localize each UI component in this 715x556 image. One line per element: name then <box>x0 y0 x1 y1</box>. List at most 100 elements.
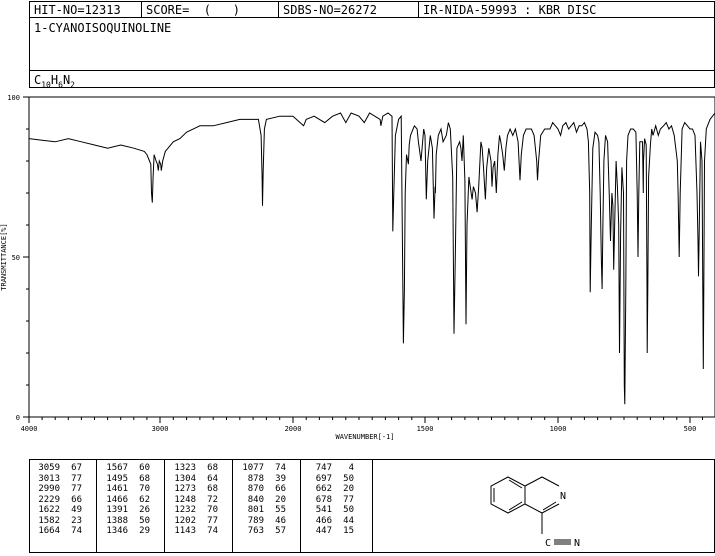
peak-wavenumber: 1622 <box>38 505 60 515</box>
peak-transmittance: 44 <box>343 515 354 526</box>
peak-wavenumber: 1466 <box>106 494 128 505</box>
peak-wavenumber: 747 <box>315 463 332 473</box>
peak-row: 1346 29 <box>102 526 150 537</box>
peak-transmittance: 77 <box>71 484 82 494</box>
peak-transmittance: 72 <box>207 494 218 505</box>
x-axis-ticks: 4000 3000 2000 1500 1000 500 <box>21 417 703 433</box>
peak-wavenumber: 1232 <box>174 505 196 515</box>
peak-transmittance: 60 <box>139 463 150 473</box>
peak-row: 1466 62 <box>102 495 150 506</box>
peak-wavenumber: 678 <box>315 494 332 505</box>
peak-wavenumber: 1143 <box>174 526 196 536</box>
peak-transmittance: 50 <box>343 505 354 515</box>
peak-wavenumber: 1248 <box>174 494 196 505</box>
peak-row: 678 77 <box>306 495 354 506</box>
x-tick-label: 4000 <box>21 425 38 433</box>
peak-transmittance: 20 <box>343 484 354 494</box>
y-axis-label: TRANSMITTANCE[%] <box>0 223 8 290</box>
peak-transmittance: 46 <box>275 515 286 526</box>
peak-transmittance: 68 <box>207 484 218 494</box>
peak-transmittance: 64 <box>207 473 218 484</box>
peak-table-box: 3059 67 3013 77 2990 77 2229 66 1622 49 1582 23 1664… <box>29 459 373 553</box>
peak-transmittance: 68 <box>207 463 218 473</box>
peak-wavenumber: 1077 <box>242 463 264 473</box>
peak-column-divider <box>232 460 233 552</box>
peak-row: 1622 49 <box>34 505 82 516</box>
nitrile-carbon-label: C <box>545 538 551 549</box>
peak-row: 1461 70 <box>102 484 150 495</box>
peak-row: 662 20 <box>306 484 354 495</box>
peak-transmittance: 70 <box>139 484 150 494</box>
peak-wavenumber: 2990 <box>38 484 60 494</box>
peak-transmittance: 77 <box>207 515 218 526</box>
peak-transmittance: 49 <box>71 505 82 515</box>
peak-transmittance: 29 <box>139 526 150 536</box>
y-tick-label: 50 <box>12 254 20 262</box>
peak-transmittance: 50 <box>343 473 354 484</box>
peak-transmittance: 62 <box>139 494 150 505</box>
peak-wavenumber: 801 <box>247 505 264 515</box>
peak-row: 1495 68 <box>102 474 150 485</box>
peak-wavenumber: 1346 <box>106 526 128 536</box>
peak-row: 2990 77 <box>34 484 82 495</box>
benzene-ring <box>490 476 526 514</box>
peak-column: 1567 60 1495 68 1461 70 1466 62 1391 26 1388 50 1346… <box>102 463 150 537</box>
peak-row: 3059 67 <box>34 463 82 474</box>
peak-transmittance: 26 <box>139 505 150 515</box>
peak-wavenumber: 1567 <box>106 463 128 473</box>
peak-wavenumber: 466 <box>315 515 332 526</box>
peak-wavenumber: 3013 <box>38 473 60 484</box>
peak-wavenumber: 1664 <box>38 526 60 536</box>
peak-transmittance: 39 <box>275 473 286 484</box>
x-tick-label: 500 <box>684 425 697 433</box>
peak-row: 3013 77 <box>34 474 82 485</box>
peak-column-divider <box>164 460 165 552</box>
peak-column: 1077 74 878 39 870 66 840 20 801 55 789 46 763 57 <box>238 463 286 537</box>
peak-row: 789 46 <box>238 516 286 527</box>
peak-transmittance: 77 <box>71 473 82 484</box>
peak-wavenumber: 3059 <box>38 463 60 473</box>
peak-column-divider <box>96 460 97 552</box>
peak-row: 878 39 <box>238 474 286 485</box>
peak-row: 1304 64 <box>170 474 218 485</box>
structure-box: N C N <box>372 459 715 553</box>
plot-frame <box>28 96 715 418</box>
peak-wavenumber: 878 <box>247 473 264 484</box>
peak-wavenumber: 1304 <box>174 473 196 484</box>
peak-column: 747 4 697 50 662 20 678 77 541 50 466 44 447 15 <box>306 463 354 537</box>
peak-wavenumber: 447 <box>315 526 332 536</box>
pyridine-ring <box>524 476 560 487</box>
peak-wavenumber: 662 <box>315 484 332 494</box>
peak-row: 2229 66 <box>34 495 82 506</box>
peak-transmittance: 67 <box>71 463 82 473</box>
peak-wavenumber: 1273 <box>174 484 196 494</box>
peak-wavenumber: 2229 <box>38 494 60 505</box>
peak-row: 1273 68 <box>170 484 218 495</box>
peak-wavenumber: 1323 <box>174 463 196 473</box>
peak-row: 1664 74 <box>34 526 82 537</box>
peak-row: 1567 60 <box>102 463 150 474</box>
peak-transmittance: 66 <box>71 494 82 505</box>
peak-row: 801 55 <box>238 505 286 516</box>
peak-column: 1323 68 1304 64 1273 68 1248 72 1232 70 1202 77 1143… <box>170 463 218 537</box>
peak-wavenumber: 870 <box>247 484 264 494</box>
peak-row: 870 66 <box>238 484 286 495</box>
peak-transmittance: 77 <box>343 494 354 505</box>
x-tick-label: 3000 <box>152 425 169 433</box>
peak-row: 447 15 <box>306 526 354 537</box>
peak-wavenumber: 1495 <box>106 473 128 484</box>
peak-row: 1248 72 <box>170 495 218 506</box>
peak-wavenumber: 840 <box>247 494 264 505</box>
peak-wavenumber: 1582 <box>38 515 60 526</box>
peak-transmittance: 74 <box>275 463 286 473</box>
y-tick-label: 0 <box>16 414 20 422</box>
peak-row: 1582 23 <box>34 516 82 527</box>
peak-row: 541 50 <box>306 505 354 516</box>
peak-wavenumber: 541 <box>315 505 332 515</box>
peak-transmittance: 4 <box>348 463 354 473</box>
x-tick-label: 1500 <box>417 425 434 433</box>
peak-row: 1143 74 <box>170 526 218 537</box>
peak-transmittance: 70 <box>207 505 218 515</box>
peak-transmittance: 57 <box>275 526 286 536</box>
peak-row: 1232 70 <box>170 505 218 516</box>
